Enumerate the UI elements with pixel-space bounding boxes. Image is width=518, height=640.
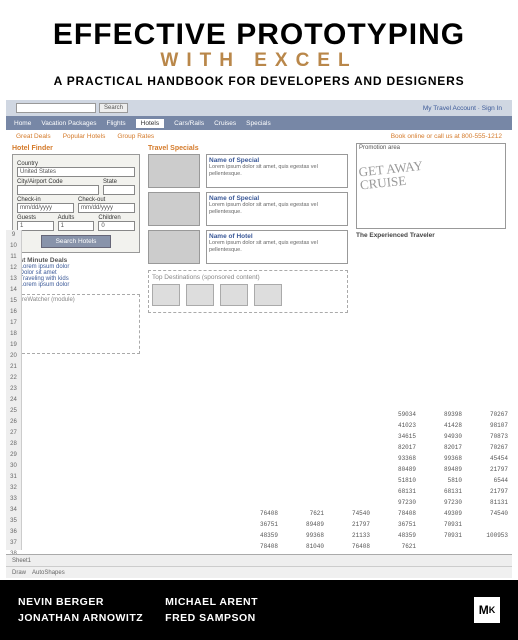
- autoshapes-menu[interactable]: AutoShapes: [32, 570, 65, 576]
- excel-mockup: 9101112131415161718192021222324252627282…: [6, 100, 512, 590]
- sheet-tab[interactable]: Sheet1: [12, 558, 31, 564]
- search-input[interactable]: [16, 103, 96, 113]
- experienced-traveler-heading: The Experienced Traveler: [356, 232, 506, 239]
- dest-image: [152, 284, 180, 306]
- checkin-input[interactable]: mm/dd/yyyy: [17, 203, 74, 213]
- special-image: [148, 154, 200, 188]
- special-desc: Lorem ipsum dolor sit amet, quis egestas…: [209, 202, 345, 215]
- row-index-gutter: 9101112131415161718192021222324252627282…: [6, 230, 22, 550]
- sheet-tabs: Sheet1: [6, 554, 512, 566]
- title-line2: WITH EXCEL: [20, 50, 498, 72]
- dest-image: [254, 284, 282, 306]
- author: MICHAEL ARENT: [165, 596, 258, 608]
- authors: NEVIN BERGER MICHAEL ARENT JONATHAN ARNO…: [18, 596, 258, 624]
- last-minute-deals: Last Minute Deals Lorem ipsum dolor Dolo…: [12, 257, 140, 288]
- special-row: Name of Hotel Lorem ipsum dolor sit amet…: [148, 230, 348, 264]
- special-text: Name of Hotel Lorem ipsum dolor sit amet…: [206, 230, 348, 264]
- footer-bar: NEVIN BERGER MICHAEL ARENT JONATHAN ARNO…: [0, 580, 518, 640]
- book-now-text: Book online or call us at 800-555-1212: [391, 133, 502, 140]
- special-row: Name of Special Lorem ipsum dolor sit am…: [148, 192, 348, 226]
- draw-menu[interactable]: Draw: [12, 570, 26, 576]
- publisher-logo: MK: [474, 597, 500, 623]
- my-account-link[interactable]: My Travel Account: [423, 105, 476, 112]
- drawing-toolbar: Draw AutoShapes: [6, 566, 512, 578]
- mk-logo-icon: MK: [474, 597, 500, 623]
- sub-nav: Great Deals Popular Hotels Group Rates B…: [6, 130, 512, 143]
- lmd-heading: Last Minute Deals: [12, 257, 140, 264]
- dest-image: [220, 284, 248, 306]
- lmd-list: Lorem ipsum dolor Dolor sit amet Traveli…: [12, 264, 140, 288]
- state-select[interactable]: [103, 185, 135, 195]
- nav-packages[interactable]: Vacation Packages: [41, 120, 96, 127]
- top-nav: Search My Travel Account · Sign In: [6, 100, 512, 116]
- special-image: [148, 230, 200, 264]
- book-cover: EFFECTIVE PROTOTYPING WITH EXCEL A PRACT…: [0, 0, 518, 640]
- farewatcher-module: FareWatcher (module): [12, 294, 140, 354]
- checkout-input[interactable]: mm/dd/yyyy: [78, 203, 135, 213]
- topdest-heading: Top Destinations (sponsored content): [152, 274, 344, 281]
- subnav-deals[interactable]: Great Deals: [16, 133, 51, 140]
- special-name[interactable]: Name of Hotel: [209, 233, 345, 240]
- middle-column: Travel Specials Name of Special Lorem ip…: [148, 143, 348, 354]
- content-area: Hotel Finder Country United States City/…: [6, 143, 512, 354]
- special-name[interactable]: Name of Special: [209, 195, 345, 202]
- nav-hotels[interactable]: Hotels: [136, 119, 164, 128]
- lmd-item[interactable]: Lorem ipsum dolor: [16, 282, 140, 288]
- special-desc: Lorem ipsum dolor sit amet, quis egestas…: [209, 240, 345, 253]
- promo-scribble: GET AWAY CRUISE: [358, 151, 504, 192]
- promotion-area: Promotion area GET AWAY CRUISE: [356, 143, 506, 229]
- title-block: EFFECTIVE PROTOTYPING WITH EXCEL A PRACT…: [0, 0, 518, 96]
- special-text: Name of Special Lorem ipsum dolor sit am…: [206, 192, 348, 226]
- nav-flights[interactable]: Flights: [107, 120, 126, 127]
- hotel-finder-heading: Hotel Finder: [12, 145, 140, 152]
- country-select[interactable]: United States: [17, 167, 135, 177]
- subnav-group[interactable]: Group Rates: [117, 133, 154, 140]
- nav-specials[interactable]: Specials: [246, 120, 271, 127]
- topdest-title: Top Destinations: [152, 274, 200, 281]
- account-links: My Travel Account · Sign In: [423, 105, 502, 112]
- author: NEVIN BERGER: [18, 596, 143, 608]
- search-hotels-button[interactable]: Search Hotels: [41, 235, 111, 248]
- spreadsheet-numbers: 5903489398702674102341428981073461594930…: [208, 409, 508, 552]
- author: JONATHAN ARNOWITZ: [18, 612, 143, 624]
- adults-select[interactable]: 1: [58, 221, 95, 231]
- top-destinations: Top Destinations (sponsored content): [148, 270, 348, 313]
- special-row: Name of Special Lorem ipsum dolor sit am…: [148, 154, 348, 188]
- sign-in-link[interactable]: Sign In: [482, 105, 502, 112]
- title-line1: EFFECTIVE PROTOTYPING: [20, 18, 498, 52]
- promo-heading: Promotion area: [359, 145, 400, 151]
- special-image: [148, 192, 200, 226]
- dest-image: [186, 284, 214, 306]
- children-select[interactable]: 0: [98, 221, 135, 231]
- search-button[interactable]: Search: [99, 103, 128, 113]
- subtitle: A PRACTICAL HANDBOOK FOR DEVELOPERS AND …: [20, 74, 498, 88]
- travel-specials-heading: Travel Specials: [148, 145, 348, 152]
- subnav-popular[interactable]: Popular Hotels: [63, 133, 106, 140]
- nav-cars[interactable]: Cars/Rails: [174, 120, 204, 127]
- right-column: Promotion area GET AWAY CRUISE The Exper…: [356, 143, 506, 354]
- main-nav: Home Vacation Packages Flights Hotels Ca…: [6, 116, 512, 130]
- hotel-finder-panel: Country United States City/Airport Code …: [12, 154, 140, 253]
- guests-select[interactable]: 1: [17, 221, 54, 231]
- nav-cruises[interactable]: Cruises: [214, 120, 236, 127]
- dest-images: [152, 284, 344, 306]
- special-text: Name of Special Lorem ipsum dolor sit am…: [206, 154, 348, 188]
- city-input[interactable]: [17, 185, 99, 195]
- left-column: Hotel Finder Country United States City/…: [12, 143, 140, 354]
- special-desc: Lorem ipsum dolor sit amet, quis egestas…: [209, 164, 345, 177]
- nav-home[interactable]: Home: [14, 120, 31, 127]
- topdest-sponsored: (sponsored content): [202, 274, 260, 281]
- author: FRED SAMPSON: [165, 612, 258, 624]
- special-name[interactable]: Name of Special: [209, 157, 345, 164]
